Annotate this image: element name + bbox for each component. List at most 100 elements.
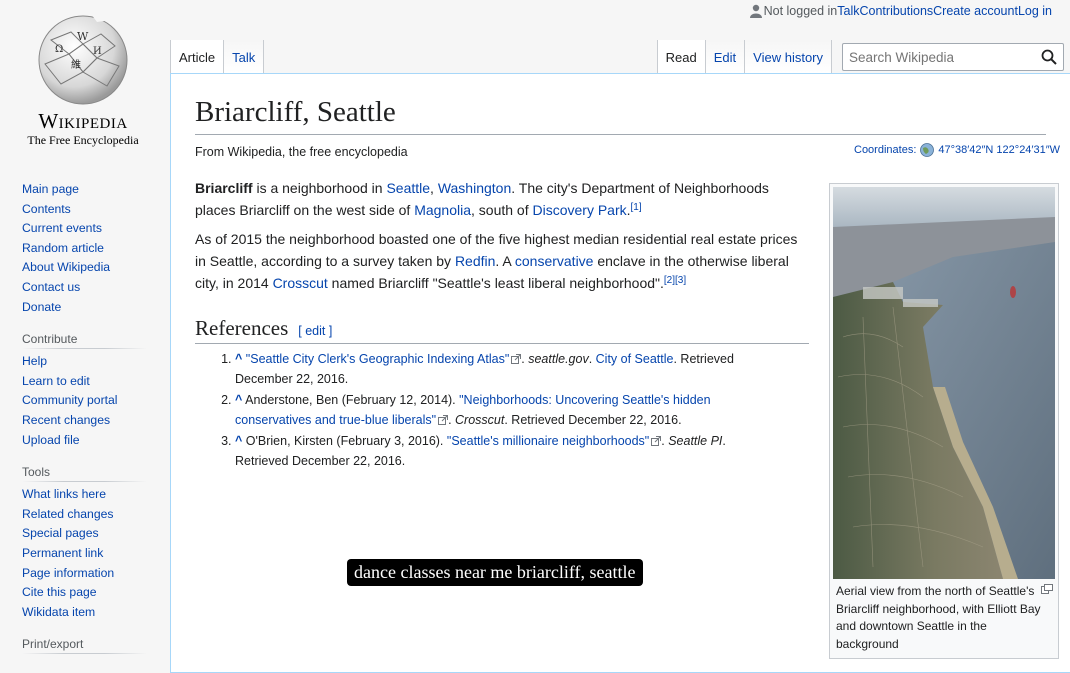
reference-item: ^ "Seattle City Clerk's Geographic Index…	[235, 349, 775, 389]
tab-talk[interactable]: Talk	[224, 40, 265, 73]
coordinates: Coordinates: 47°38′42″N 122°24′31″W	[854, 142, 1060, 158]
aerial-photo[interactable]	[833, 187, 1055, 579]
references-list: ^ "Seattle City Clerk's Geographic Index…	[195, 349, 775, 471]
print-export-portlet[interactable]: Print/export	[0, 637, 170, 655]
globe-icon[interactable]	[919, 142, 935, 158]
caption-text: Aerial view from the north of Seattle's …	[836, 584, 1041, 651]
not-logged-in-text: Not logged in	[763, 4, 838, 18]
talk-link[interactable]: Talk	[837, 4, 859, 18]
view-tabs: Read Edit View history	[656, 40, 1064, 73]
text: , south of	[471, 201, 533, 218]
reference-item: ^ Anderstone, Ben (February 12, 2014). "…	[235, 390, 775, 430]
text: .	[588, 351, 596, 366]
reference-item: ^ O'Brien, Kirsten (February 3, 2016). "…	[235, 431, 775, 471]
edit-section-link[interactable]: [ edit ]	[298, 324, 332, 338]
sidebar-item-upload-file[interactable]: Upload file	[22, 433, 80, 447]
ref-title-link[interactable]: "Seattle City Clerk's Geographic Indexin…	[246, 352, 509, 366]
text: O'Brien, Kirsten (February 3, 2016).	[245, 433, 447, 448]
text: . A	[495, 252, 515, 269]
sidebar-item-permanent-link[interactable]: Permanent link	[22, 546, 103, 560]
sidebar-item-help[interactable]: Help	[22, 354, 47, 368]
tools-heading: Tools	[22, 465, 147, 483]
thumbnail: Aerial view from the north of Seattle's …	[829, 183, 1059, 659]
svg-text:Ω: Ω	[55, 44, 63, 55]
sidebar-item-recent-changes[interactable]: Recent changes	[22, 413, 110, 427]
link-discovery-park[interactable]: Discovery Park	[533, 202, 627, 218]
paragraph-2: As of 2015 the neighborhood boasted one …	[195, 228, 807, 294]
sidebar-item-contents[interactable]: Contents	[22, 202, 71, 216]
sidebar-item-what-links-here[interactable]: What links here	[22, 487, 106, 501]
sidebar-item-community-portal[interactable]: Community portal	[22, 393, 118, 407]
contributions-link[interactable]: Contributions	[860, 4, 934, 18]
print-export-heading[interactable]: Print/export	[22, 637, 147, 655]
link-crosscut[interactable]: Crosscut	[273, 275, 328, 291]
sidebar-item-about-wikipedia[interactable]: About Wikipedia	[22, 260, 110, 274]
namespace-tabs: Article Talk	[170, 40, 265, 73]
tab-article[interactable]: Article	[170, 40, 225, 73]
contribute-portlet: Contribute Help Learn to edit Community …	[0, 332, 170, 450]
overlay-caption: dance classes near me briarcliff, seattl…	[347, 559, 643, 586]
navigation-portlet: Main page Contents Current events Random…	[0, 180, 170, 317]
user-icon	[749, 4, 762, 18]
link-conservative[interactable]: conservative	[515, 253, 594, 269]
text: named Briarcliff "Seattle's least libera…	[327, 274, 664, 291]
references-heading-text: References	[195, 315, 289, 340]
sidebar-item-wikidata-item[interactable]: Wikidata item	[22, 605, 95, 619]
citation-2-3[interactable]: [2][3]	[664, 275, 686, 286]
ref-work: Seattle PI	[668, 433, 723, 448]
ref-title-link[interactable]: "Seattle's millionaire neighborhoods"	[447, 434, 649, 448]
external-link-icon	[651, 435, 662, 446]
wikipedia-logo[interactable]: W Ω И 維 Wikipedia The Free Encyclopedia	[18, 10, 148, 148]
contribute-heading: Contribute	[22, 332, 147, 350]
svg-text:И: И	[93, 46, 102, 57]
sidebar-item-special-pages[interactable]: Special pages	[22, 526, 99, 540]
external-link-icon	[511, 353, 522, 364]
text: . Retrieved December 22, 2016.	[504, 412, 682, 427]
text: ,	[430, 179, 438, 196]
sidebar-item-cite-this-page[interactable]: Cite this page	[22, 585, 97, 599]
magnify-icon[interactable]	[1041, 584, 1053, 594]
sidebar-item-contact-us[interactable]: Contact us	[22, 280, 80, 294]
svg-text:W: W	[77, 30, 89, 43]
ref-backlink[interactable]: ^	[235, 393, 242, 407]
ref-work: seattle.gov	[528, 351, 589, 366]
ref-backlink[interactable]: ^	[235, 434, 242, 448]
article-subject: Briarcliff	[195, 179, 253, 196]
wikipedia-wordmark: Wikipedia	[38, 109, 128, 133]
sidebar-item-related-changes[interactable]: Related changes	[22, 507, 113, 521]
sidebar: Main page Contents Current events Random…	[0, 180, 170, 657]
search-input[interactable]	[843, 44, 1033, 70]
sidebar-item-learn-to-edit[interactable]: Learn to edit	[22, 374, 90, 388]
search-icon[interactable]	[1041, 49, 1057, 65]
link-washington[interactable]: Washington	[438, 180, 511, 196]
tab-edit[interactable]: Edit	[705, 40, 746, 73]
coordinates-value[interactable]: 47°38′42″N 122°24′31″W	[938, 144, 1060, 156]
login-link[interactable]: Log in	[1018, 4, 1052, 18]
paragraph-1: Briarcliff is a neighborhood in Seattle,…	[195, 177, 807, 221]
link-magnolia[interactable]: Magnolia	[414, 202, 471, 218]
tools-portlet: Tools What links here Related changes Sp…	[0, 465, 170, 622]
ref-work: Crosscut	[455, 412, 505, 427]
svg-text:維: 維	[71, 58, 81, 71]
sidebar-item-main-page[interactable]: Main page	[22, 182, 79, 196]
link-redfin[interactable]: Redfin	[455, 253, 495, 269]
citation-1[interactable]: [1]	[631, 202, 642, 213]
tab-view-history[interactable]: View history	[745, 40, 832, 73]
sidebar-item-random-article[interactable]: Random article	[22, 241, 104, 255]
search-box	[842, 43, 1064, 71]
ref-publisher-link[interactable]: City of Seattle	[596, 352, 674, 366]
sidebar-item-donate[interactable]: Donate	[22, 300, 61, 314]
coordinates-label[interactable]: Coordinates:	[854, 144, 916, 156]
sidebar-item-current-events[interactable]: Current events	[22, 221, 102, 235]
references-heading: References [ edit ]	[195, 316, 809, 344]
article-body: Briarcliff is a neighborhood in Seattle,…	[195, 177, 807, 294]
page-title: Briarcliff, Seattle	[195, 94, 1046, 135]
wikipedia-tagline: The Free Encyclopedia	[27, 133, 139, 147]
text: is a neighborhood in	[252, 179, 387, 196]
tab-read[interactable]: Read	[656, 40, 706, 73]
create-account-link[interactable]: Create account	[933, 4, 1018, 18]
ref-backlink[interactable]: ^	[235, 352, 242, 366]
wikipedia-globe-logo: W Ω И 維	[38, 12, 128, 105]
link-seattle[interactable]: Seattle	[386, 180, 430, 196]
sidebar-item-page-information[interactable]: Page information	[22, 566, 114, 580]
